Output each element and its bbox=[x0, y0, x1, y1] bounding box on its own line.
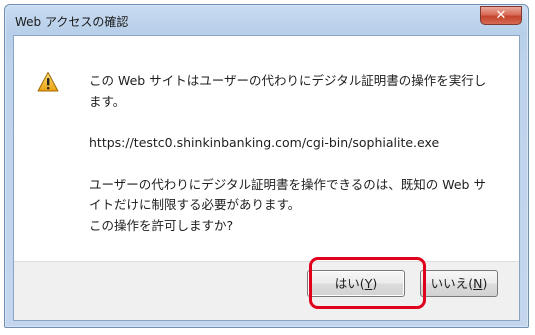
close-button[interactable]: ✕ bbox=[480, 6, 522, 25]
dialog-title: Web アクセスの確認 bbox=[15, 15, 129, 29]
message-line-1: この Web サイトはユーザーの代わりにデジタル証明書の操作を実行し bbox=[89, 73, 487, 88]
no-button[interactable]: いいえ(N) bbox=[420, 270, 498, 297]
detail-line-2: イトだけに制限する必要があります。 bbox=[89, 197, 301, 212]
no-label: いいえ bbox=[430, 276, 469, 291]
detail-line-1: ユーザーの代わりにデジタル証明書を操作できるのは、既知の Web サ bbox=[89, 177, 486, 192]
message-line-2: ます。 bbox=[89, 94, 126, 109]
title-bar[interactable]: Web アクセスの確認 ✕ bbox=[5, 5, 528, 35]
no-accelerator: N bbox=[473, 276, 483, 291]
yes-button-highlight bbox=[309, 257, 426, 309]
warning-triangle-icon bbox=[37, 72, 59, 92]
close-x-icon: ✕ bbox=[495, 8, 507, 23]
site-url: https://testc0.shinkinbanking.com/cgi-bi… bbox=[89, 135, 440, 150]
confirm-question: この操作を許可しますか? bbox=[89, 218, 234, 233]
